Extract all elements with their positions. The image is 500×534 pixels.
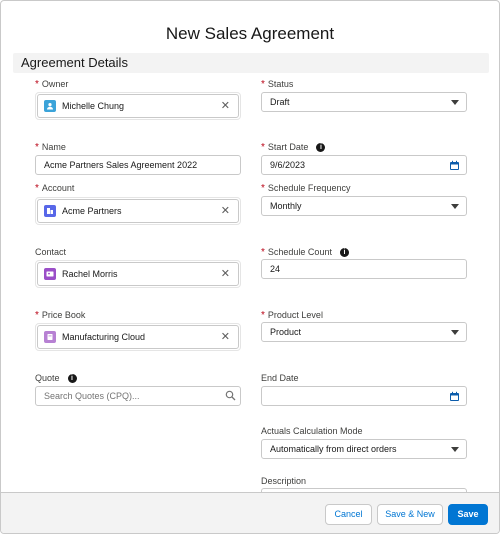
info-icon[interactable]: i [316, 143, 326, 152]
schedule-count-field[interactable]: 24 [261, 259, 467, 279]
start-date-label: * Start Date i [261, 142, 326, 153]
pricebook-icon [44, 331, 56, 343]
search-icon [225, 390, 236, 401]
owner-clear-icon[interactable]: ✕ [221, 101, 230, 112]
required-marker: * [261, 310, 265, 321]
price-book-value: Manufacturing Cloud [62, 332, 146, 342]
price-book-label: * Price Book [35, 310, 86, 321]
account-value: Acme Partners [62, 206, 122, 216]
end-date-field[interactable] [261, 386, 467, 406]
product-level-select[interactable]: Product [261, 322, 467, 342]
schedule-count-label: * Schedule Count i [261, 247, 349, 258]
chevron-down-icon [451, 204, 459, 209]
description-label: Description [261, 476, 307, 486]
name-label: * Name [35, 142, 66, 153]
name-field[interactable]: Acme Partners Sales Agreement 2022 [35, 155, 241, 175]
modal-title: New Sales Agreement [165, 24, 335, 43]
info-icon[interactable]: i [67, 374, 77, 383]
info-icon[interactable]: i [339, 248, 349, 257]
owner-value: Michelle Chung [62, 101, 125, 111]
modal-header: New Sales Agreement [1, 1, 499, 49]
required-marker: * [261, 142, 265, 153]
required-marker: * [35, 310, 39, 321]
start-date-field[interactable]: 9/6/2023 [261, 155, 467, 175]
schedule-frequency-select[interactable]: Monthly [261, 196, 467, 216]
chevron-down-icon [451, 447, 459, 452]
contact-value: Rachel Morris [62, 269, 118, 279]
required-marker: * [35, 142, 39, 153]
account-lookup[interactable]: Acme Partners ✕ [37, 199, 239, 223]
cancel-button[interactable]: Cancel [325, 504, 372, 525]
contact-lookup[interactable]: Rachel Morris ✕ [37, 262, 239, 286]
required-marker: * [35, 79, 39, 90]
actuals-mode-select[interactable]: Automatically from direct orders [261, 439, 467, 459]
quote-label: Quote i [35, 373, 77, 384]
calendar-icon[interactable] [449, 160, 460, 171]
quote-search-input[interactable]: Search Quotes (CPQ)... [35, 386, 241, 406]
chevron-down-icon [451, 330, 459, 335]
new-sales-agreement-modal: New Sales Agreement Agreement Details * … [0, 0, 500, 534]
chevron-down-icon [451, 100, 459, 105]
account-label: * Account [35, 183, 75, 194]
calendar-icon[interactable] [449, 391, 460, 402]
actuals-mode-label: Actuals Calculation Mode [261, 426, 363, 436]
end-date-label: End Date [261, 373, 299, 383]
owner-lookup[interactable]: Michelle Chung ✕ [37, 94, 239, 118]
required-marker: * [35, 183, 39, 194]
contact-clear-icon[interactable]: ✕ [221, 269, 230, 280]
section-header-agreement-details[interactable]: Agreement Details [13, 53, 489, 73]
status-select[interactable]: Draft [261, 92, 467, 112]
user-icon [44, 100, 56, 112]
required-marker: * [261, 247, 265, 258]
required-marker: * [261, 79, 265, 90]
account-icon [44, 205, 56, 217]
price-book-clear-icon[interactable]: ✕ [221, 332, 230, 343]
price-book-lookup[interactable]: Manufacturing Cloud ✕ [37, 325, 239, 349]
modal-footer: Cancel Save & New Save [1, 492, 499, 533]
save-button[interactable]: Save [448, 504, 488, 525]
contact-label: Contact [35, 247, 67, 257]
status-label: * Status [261, 79, 294, 90]
product-level-label: * Product Level [261, 310, 323, 321]
required-marker: * [261, 183, 265, 194]
contact-icon [44, 268, 56, 280]
schedule-frequency-label: * Schedule Frequency [261, 183, 351, 194]
save-and-new-button[interactable]: Save & New [377, 504, 443, 525]
owner-label: * Owner [35, 79, 69, 90]
account-clear-icon[interactable]: ✕ [221, 206, 230, 217]
